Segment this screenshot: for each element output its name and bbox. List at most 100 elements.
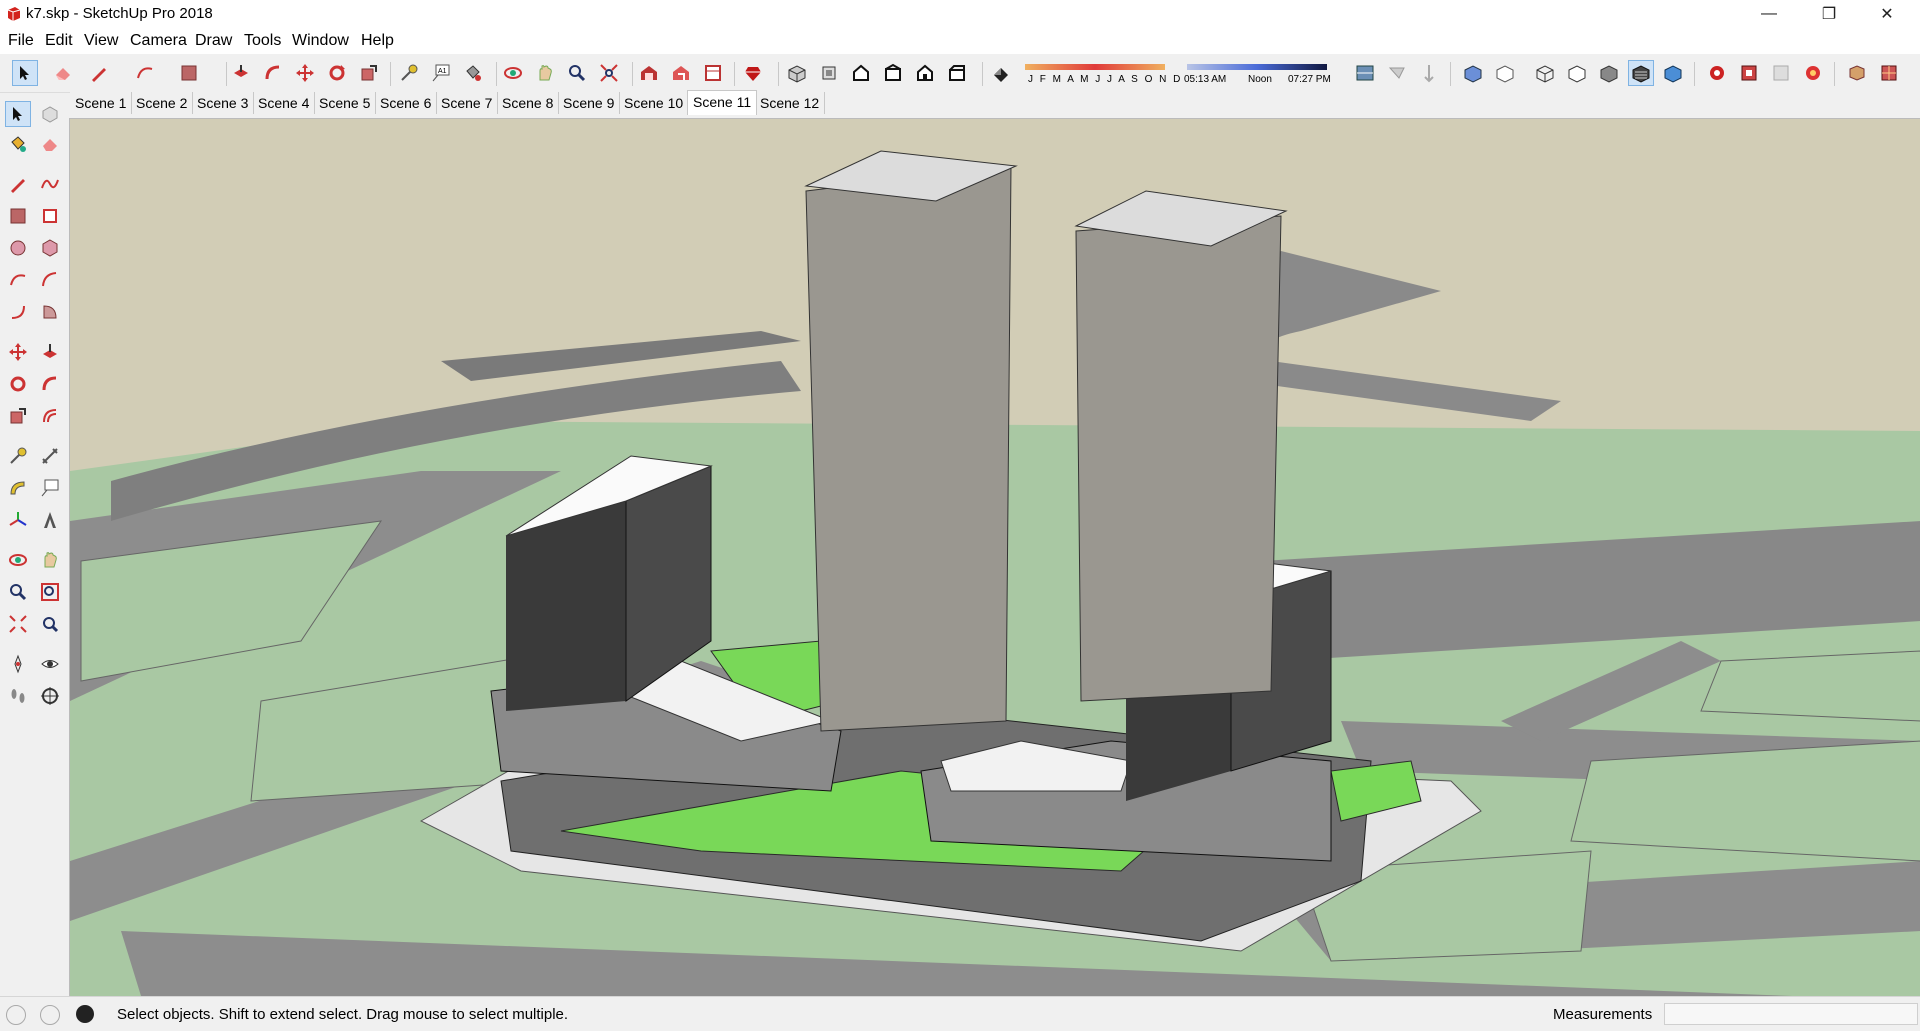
scene-tab-4[interactable]: Scene 4	[253, 92, 316, 114]
zoom-extents-tool-button[interactable]	[596, 60, 622, 86]
scene-tab-10[interactable]: Scene 10	[619, 92, 690, 114]
rotate-tool-button[interactable]	[324, 60, 350, 86]
scene-tab-2[interactable]: Scene 2	[131, 92, 194, 114]
rectangle-tool-button[interactable]	[176, 60, 202, 86]
lt-scale-button[interactable]	[5, 403, 31, 429]
lt-line-button[interactable]	[5, 171, 31, 197]
lt-freehand-button[interactable]	[37, 171, 63, 197]
back-view-button[interactable]	[912, 60, 938, 86]
display-section-cuts-button[interactable]	[1416, 60, 1442, 86]
scene-tab-9[interactable]: Scene 9	[558, 92, 621, 114]
lt-3point-arc-button[interactable]	[5, 299, 31, 325]
lt-2point-arc-button[interactable]	[37, 267, 63, 293]
menu-file[interactable]: File	[8, 32, 34, 50]
lt-zoom-button[interactable]	[5, 579, 31, 605]
lt-rotate-button[interactable]	[5, 371, 31, 397]
menu-window[interactable]: Window	[292, 32, 349, 50]
top-view-button[interactable]	[816, 60, 842, 86]
scene-tab-7[interactable]: Scene 7	[436, 92, 499, 114]
lt-pan-button[interactable]	[37, 547, 63, 573]
lt-position-camera-button[interactable]	[5, 651, 31, 677]
lt-walk-button[interactable]	[5, 683, 31, 709]
display-section-planes-button[interactable]	[1384, 60, 1410, 86]
lt-section-plane-button[interactable]	[37, 683, 63, 709]
lt-tape-measure-button[interactable]	[5, 443, 31, 469]
lt-follow-me-button[interactable]	[37, 371, 63, 397]
plugin-button-5[interactable]	[1844, 60, 1870, 86]
back-edges-button[interactable]	[1492, 60, 1518, 86]
menu-draw[interactable]: Draw	[195, 32, 232, 50]
menu-view[interactable]: View	[84, 32, 118, 50]
plugin-button-4[interactable]	[1800, 60, 1826, 86]
wireframe-button[interactable]	[1532, 60, 1558, 86]
text-tool-button[interactable]: A1	[428, 60, 454, 86]
scene-tab-5[interactable]: Scene 5	[314, 92, 377, 114]
orbit-tool-button[interactable]	[500, 60, 526, 86]
left-view-button[interactable]	[944, 60, 970, 86]
model-viewport[interactable]	[69, 118, 1920, 996]
restore-button[interactable]: ❐	[1806, 0, 1852, 28]
menu-tools[interactable]: Tools	[244, 32, 281, 50]
lt-select-button[interactable]	[5, 101, 31, 127]
warehouse-button[interactable]	[636, 60, 662, 86]
ruby-console-button[interactable]	[740, 60, 766, 86]
scene-tab-6[interactable]: Scene 6	[375, 92, 438, 114]
section-plane-button[interactable]	[1352, 60, 1378, 86]
lt-axes-button[interactable]	[5, 507, 31, 533]
plugin-button-3[interactable]	[1768, 60, 1794, 86]
menu-edit[interactable]: Edit	[45, 32, 73, 50]
shaded-button[interactable]	[1596, 60, 1622, 86]
plugin-button-6[interactable]	[1876, 60, 1902, 86]
lt-eraser-button[interactable]	[37, 131, 63, 157]
time-slider[interactable]	[1187, 64, 1327, 70]
lt-rectangle-button[interactable]	[5, 203, 31, 229]
lt-rotated-rectangle-button[interactable]	[37, 203, 63, 229]
eraser-tool-button[interactable]	[50, 60, 76, 86]
pan-tool-button[interactable]	[532, 60, 558, 86]
paint-bucket-tool-button[interactable]	[460, 60, 486, 86]
extension-warehouse-button[interactable]	[668, 60, 694, 86]
lt-dimension-button[interactable]	[37, 443, 63, 469]
arc-tool-button[interactable]	[132, 60, 158, 86]
lt-3d-text-button[interactable]	[37, 507, 63, 533]
close-button[interactable]: ✕	[1864, 0, 1910, 28]
lt-push-pull-button[interactable]	[37, 339, 63, 365]
menu-help[interactable]: Help	[361, 32, 394, 50]
scene-tab-12[interactable]: Scene 12	[755, 92, 826, 114]
measurements-input[interactable]	[1664, 1003, 1918, 1025]
menu-camera[interactable]: Camera	[130, 32, 187, 50]
push-pull-tool-button[interactable]	[228, 60, 254, 86]
shaded-with-textures-button[interactable]	[1628, 60, 1654, 86]
lt-orbit-button[interactable]	[5, 547, 31, 573]
plugin-button-1[interactable]	[1704, 60, 1730, 86]
move-tool-button[interactable]	[292, 60, 318, 86]
zoom-tool-button[interactable]	[564, 60, 590, 86]
lt-circle-button[interactable]	[5, 235, 31, 261]
lt-previous-view-button[interactable]	[37, 611, 63, 637]
scene-tab-8[interactable]: Scene 8	[497, 92, 560, 114]
lt-text-button[interactable]	[37, 475, 63, 501]
lt-arc-button[interactable]	[5, 267, 31, 293]
lt-paint-button[interactable]	[5, 131, 31, 157]
iso-view-button[interactable]	[784, 60, 810, 86]
minimize-button[interactable]: —	[1746, 0, 1792, 28]
month-slider[interactable]	[1025, 64, 1165, 70]
xray-button[interactable]	[1460, 60, 1486, 86]
hidden-line-button[interactable]	[1564, 60, 1590, 86]
shadows-toggle-button[interactable]	[988, 60, 1014, 86]
monochrome-button[interactable]	[1660, 60, 1686, 86]
lt-look-around-button[interactable]	[37, 651, 63, 677]
lt-protractor-button[interactable]	[5, 475, 31, 501]
geolocation-icon[interactable]	[6, 1005, 26, 1025]
lt-component-button[interactable]	[37, 101, 63, 127]
lt-polygon-button[interactable]	[37, 235, 63, 261]
scene-tab-1[interactable]: Scene 1	[70, 92, 133, 114]
follow-me-tool-button[interactable]	[260, 60, 286, 86]
lt-zoom-extents-button[interactable]	[5, 611, 31, 637]
layout-button[interactable]	[700, 60, 726, 86]
plugin-button-2[interactable]	[1736, 60, 1762, 86]
select-tool-button[interactable]	[12, 60, 38, 86]
credits-icon[interactable]	[40, 1005, 60, 1025]
lt-zoom-window-button[interactable]	[37, 579, 63, 605]
scene-tab-11[interactable]: Scene 11	[687, 90, 758, 115]
